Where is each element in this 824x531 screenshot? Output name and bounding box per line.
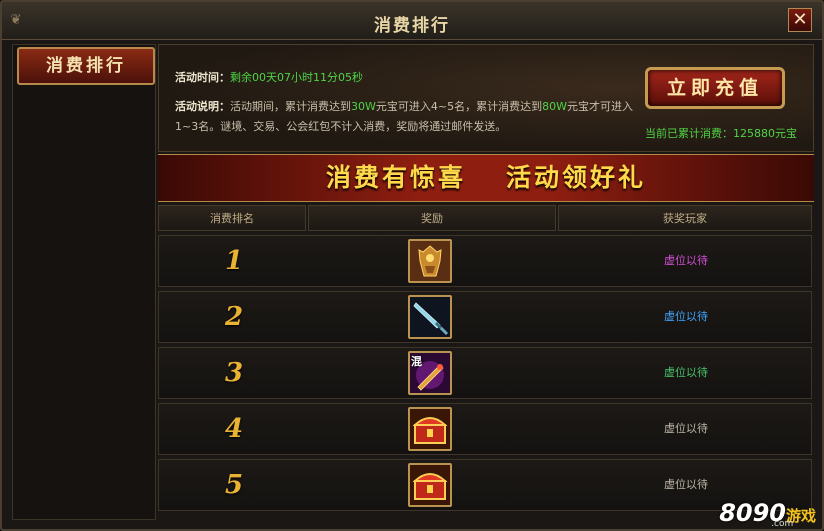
winner-player: 虚位以待 <box>664 254 708 267</box>
table-row: 3 混 虚位以待 <box>158 347 812 399</box>
column-header-player: 获奖玩家 <box>558 205 812 231</box>
recharge-button[interactable]: 立即充值 <box>645 67 785 109</box>
sidebar: 消费排行 <box>12 44 156 520</box>
close-button[interactable]: ✕ <box>788 8 812 32</box>
activity-desc-text-2: 元宝可进入4~5名，累计消费达到 <box>375 100 543 113</box>
rank-number: 2 <box>224 302 244 332</box>
winner-player: 虚位以待 <box>664 366 708 379</box>
rank-number: 4 <box>224 414 244 444</box>
table-row: 5 虚位以待 <box>158 459 812 511</box>
activity-time-label: 活动时间： <box>175 71 230 84</box>
treasure-chest-icon[interactable] <box>408 407 452 451</box>
winner-player: 虚位以待 <box>664 422 708 435</box>
activity-description: 活动说明：活动期间，累计消费达到30W元宝可进入4~5名，累计消费达到80W元宝… <box>175 97 655 137</box>
column-header-reward: 奖励 <box>308 205 556 231</box>
table-row: 1 虚位以待 <box>158 235 812 287</box>
banner-text-right: 活动领好礼 <box>506 163 647 192</box>
hybrid-weapon-icon[interactable]: 混 <box>408 351 452 395</box>
rank-number: 5 <box>224 470 244 500</box>
activity-desc-highlight-1: 30W <box>351 100 376 113</box>
watermark-domain: .com <box>771 519 794 529</box>
activity-desc-label: 活动说明： <box>175 100 230 113</box>
rank-number: 3 <box>224 358 244 388</box>
winner-player: 虚位以待 <box>664 310 708 323</box>
activity-desc-highlight-2: 80W <box>542 100 567 113</box>
activity-time-value: 剩余00天07小时11分05秒 <box>230 71 363 84</box>
column-header-rank: 消费排名 <box>158 205 306 231</box>
sidebar-item-consumption-ranking[interactable]: 消费排行 <box>17 47 155 85</box>
title-bar: ❦ 消费排行 ✕ <box>2 2 822 40</box>
armor-icon[interactable] <box>408 239 452 283</box>
total-consumption-value: 125880元宝 <box>733 127 797 140</box>
treasure-chest-icon[interactable] <box>408 463 452 507</box>
total-consumption: 当前已累计消费：125880元宝 <box>645 125 797 141</box>
activity-desc-text-1: 活动期间，累计消费达到 <box>230 100 351 113</box>
total-consumption-label: 当前已累计消费： <box>645 127 733 140</box>
promo-banner: 消费有惊喜 活动领好礼 <box>158 154 814 202</box>
ranking-window: ❦ 消费排行 ✕ 消费排行 活动时间：剩余00天07小时11分05秒 活动说明：… <box>0 0 824 531</box>
window-title: 消费排行 <box>374 16 450 36</box>
banner-text-left: 消费有惊喜 <box>325 163 466 192</box>
reward-badge: 混 <box>411 355 422 368</box>
table-row: 2 虚位以待 <box>158 291 812 343</box>
activity-time: 活动时间：剩余00天07小时11分05秒 <box>175 69 363 85</box>
site-watermark-logo: 8090游戏 .com <box>719 499 816 529</box>
rank-number: 1 <box>224 246 244 276</box>
table-header: 消费排名 奖励 获奖玩家 <box>158 205 814 231</box>
activity-info-panel: 活动时间：剩余00天07小时11分05秒 活动说明：活动期间，累计消费达到30W… <box>158 44 814 152</box>
main-panel: 活动时间：剩余00天07小时11分05秒 活动说明：活动期间，累计消费达到30W… <box>158 44 814 520</box>
table-row: 4 虚位以待 <box>158 403 812 455</box>
sword-icon[interactable] <box>408 295 452 339</box>
